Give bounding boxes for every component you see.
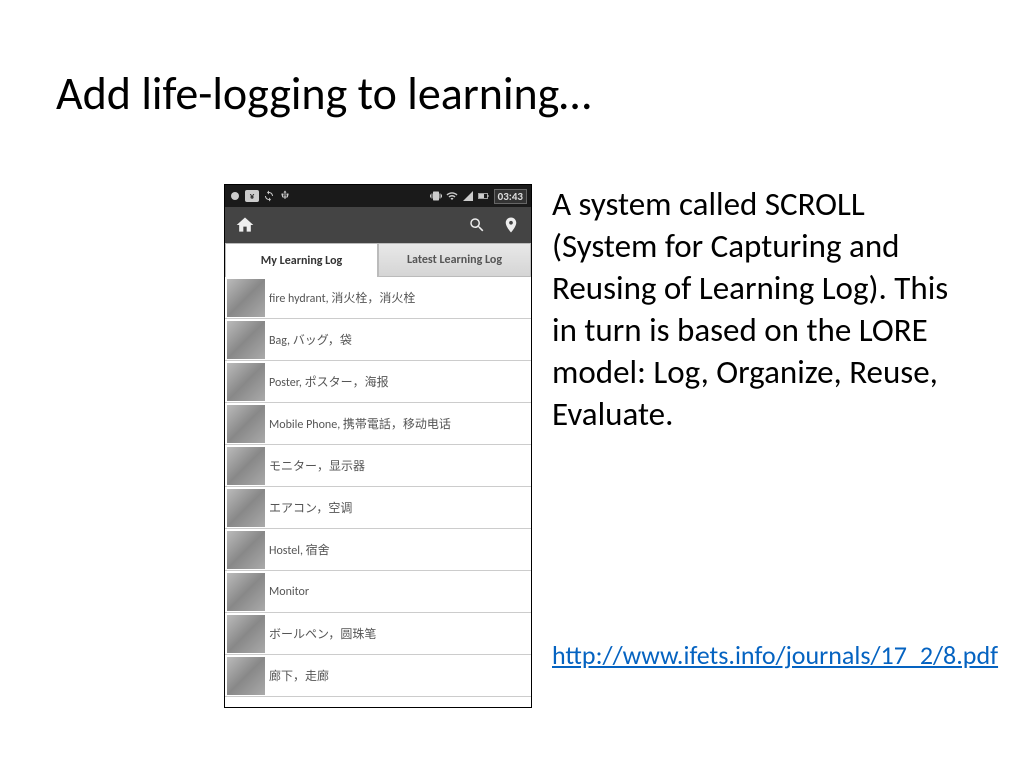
item-label: モニター，显示器	[269, 457, 365, 474]
item-label: Hostel, 宿舍	[269, 541, 330, 558]
thumbnail	[227, 321, 265, 359]
phone-screenshot: ¥ 03:43	[224, 184, 532, 708]
item-label: 廊下，走廊	[269, 667, 329, 684]
body-paragraph: A system called SCROLL (System for Captu…	[552, 184, 972, 435]
app-bar	[225, 207, 531, 243]
signal-icon	[462, 190, 474, 202]
item-label: Mobile Phone, 携帯電話，移动电话	[269, 415, 451, 432]
location-icon[interactable]	[501, 215, 521, 235]
thumbnail	[227, 363, 265, 401]
list-item[interactable]: モニター，显示器	[225, 445, 531, 487]
list-item[interactable]: fire hydrant, 消火栓，消火栓	[225, 277, 531, 319]
thumbnail	[227, 279, 265, 317]
item-label: ボールペン，圆珠笔	[269, 625, 376, 642]
list-item[interactable]: ボールペン，圆珠笔	[225, 613, 531, 655]
thumbnail	[227, 405, 265, 443]
list-item[interactable]: Mobile Phone, 携帯電話，移动电话	[225, 403, 531, 445]
tabs: My Learning Log Latest Learning Log	[225, 243, 531, 277]
thumbnail	[227, 531, 265, 569]
item-label: Monitor	[269, 585, 309, 599]
status-bar: ¥ 03:43	[225, 185, 531, 207]
list-item[interactable]: エアコン，空调	[225, 487, 531, 529]
list-item[interactable]: Monitor	[225, 571, 531, 613]
tab-my-learning-log[interactable]: My Learning Log	[225, 243, 378, 277]
home-icon[interactable]	[235, 215, 255, 235]
list-item[interactable]: Hostel, 宿舍	[225, 529, 531, 571]
sync-icon	[263, 190, 275, 202]
thumbnail	[227, 447, 265, 485]
vibrate-icon	[430, 190, 442, 202]
thumbnail	[227, 615, 265, 653]
list-item[interactable]: 廊下，走廊	[225, 655, 531, 697]
reference-link[interactable]: http://www.ifets.info/journals/17_2/8.pd…	[552, 640, 972, 672]
thumbnail	[227, 573, 265, 611]
item-label: Bag, バッグ，袋	[269, 331, 352, 348]
wifi-icon	[446, 190, 458, 202]
item-label: Poster, ポスター，海报	[269, 373, 389, 390]
search-icon[interactable]	[467, 215, 487, 235]
battery-icon	[478, 190, 490, 202]
item-label: エアコン，空调	[269, 499, 352, 516]
thumbnail	[227, 657, 265, 695]
item-label: fire hydrant, 消火栓，消火栓	[269, 289, 415, 306]
usb-icon	[279, 190, 291, 202]
log-list: fire hydrant, 消火栓，消火栓 Bag, バッグ，袋 Poster,…	[225, 277, 531, 697]
notification-icon	[229, 190, 241, 202]
clock: 03:43	[494, 189, 527, 204]
thumbnail	[227, 489, 265, 527]
slide-title: Add life-logging to learning…	[56, 66, 591, 122]
tab-latest-learning-log[interactable]: Latest Learning Log	[378, 243, 531, 277]
list-item[interactable]: Bag, バッグ，袋	[225, 319, 531, 361]
list-item[interactable]: Poster, ポスター，海报	[225, 361, 531, 403]
yen-icon: ¥	[245, 190, 259, 202]
